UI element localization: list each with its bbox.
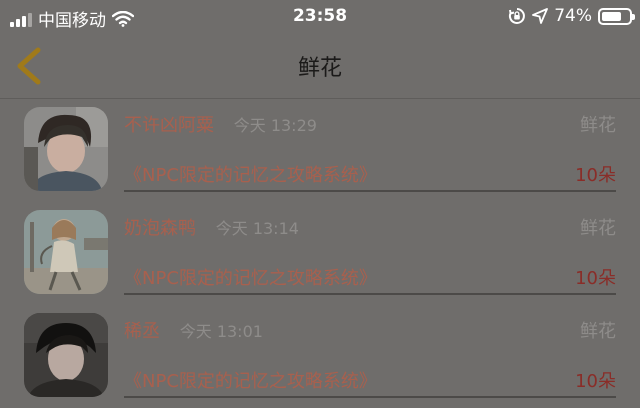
row-divider bbox=[124, 396, 616, 398]
gift-list: 不许凶阿粟 今天 13:29 鲜花 《NPC限定的记忆之攻略系统》 10朵 奶泡… bbox=[0, 99, 640, 408]
user-name: 不许凶阿粟 今天 13:29 bbox=[124, 111, 317, 137]
gift-count: 10朵 bbox=[575, 165, 616, 186]
book-title-link[interactable]: 《NPC限定的记忆之攻略系统》 bbox=[124, 161, 377, 187]
row-divider bbox=[124, 293, 616, 295]
book-title-link[interactable]: 《NPC限定的记忆之攻略系统》 bbox=[124, 264, 377, 290]
avatar[interactable] bbox=[24, 313, 108, 397]
user-name-text: 稀丞 bbox=[124, 321, 160, 342]
user-name: 稀丞 今天 13:01 bbox=[124, 317, 263, 343]
avatar-man-icon bbox=[24, 313, 108, 397]
battery-percent: 74% bbox=[554, 6, 592, 26]
gift-time: 今天 13:29 bbox=[233, 116, 317, 135]
avatar-boy-icon bbox=[24, 107, 108, 191]
list-item[interactable]: 不许凶阿粟 今天 13:29 鲜花 《NPC限定的记忆之攻略系统》 10朵 bbox=[0, 99, 640, 202]
user-name: 奶泡森鸭 今天 13:14 bbox=[124, 214, 299, 240]
avatar[interactable] bbox=[24, 107, 108, 191]
status-right: 74% bbox=[508, 6, 635, 26]
user-name-text: 奶泡森鸭 bbox=[124, 218, 196, 239]
avatar[interactable] bbox=[24, 210, 108, 294]
gift-time: 今天 13:01 bbox=[179, 322, 263, 341]
list-item[interactable]: 稀丞 今天 13:01 鲜花 《NPC限定的记忆之攻略系统》 10朵 bbox=[0, 305, 640, 408]
book-title-link[interactable]: 《NPC限定的记忆之攻略系统》 bbox=[124, 367, 377, 393]
list-item[interactable]: 奶泡森鸭 今天 13:14 鲜花 《NPC限定的记忆之攻略系统》 10朵 bbox=[0, 202, 640, 305]
status-bar: 中国移动 23:58 74% bbox=[0, 0, 640, 34]
gift-type: 鲜花 bbox=[580, 218, 616, 239]
user-name-text: 不许凶阿粟 bbox=[124, 115, 214, 136]
nav-bar: 鲜花 bbox=[0, 34, 640, 99]
avatar-girl-illustration-icon bbox=[24, 210, 108, 294]
row-divider bbox=[124, 190, 616, 192]
gift-count: 10朵 bbox=[575, 371, 616, 392]
page-title: 鲜花 bbox=[297, 56, 342, 81]
gift-time: 今天 13:14 bbox=[215, 219, 299, 238]
rotation-lock-icon bbox=[509, 8, 526, 24]
gift-type: 鲜花 bbox=[580, 115, 616, 136]
location-arrow-icon bbox=[532, 8, 549, 24]
battery-icon bbox=[598, 7, 635, 25]
battery-fill bbox=[602, 11, 621, 21]
gift-type: 鲜花 bbox=[580, 321, 616, 342]
gift-count: 10朵 bbox=[575, 268, 616, 289]
